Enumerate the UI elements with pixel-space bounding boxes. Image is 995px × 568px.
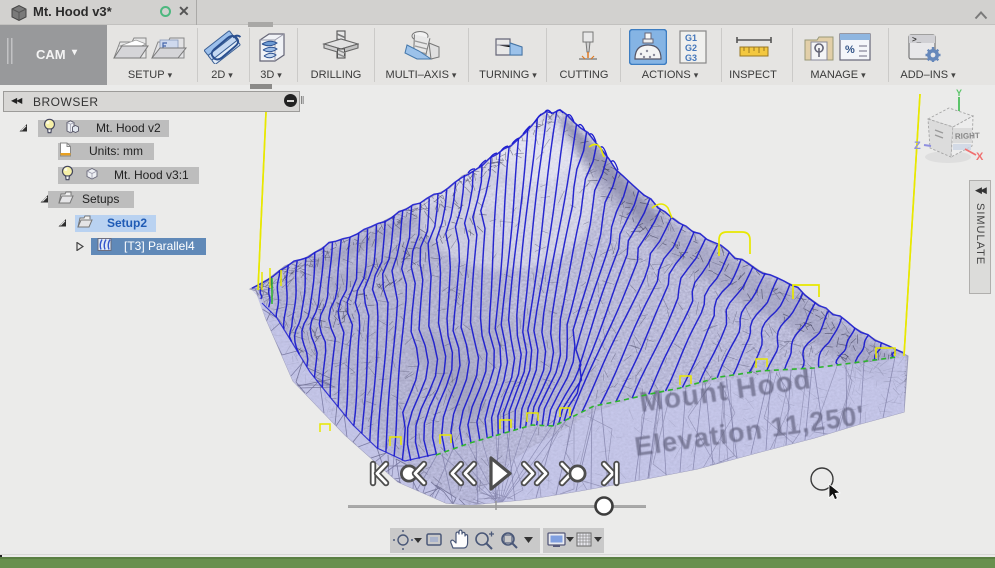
svg-text:Z: Z	[914, 140, 921, 152]
svg-text:G3: G3	[685, 53, 697, 63]
svg-text:X: X	[976, 151, 984, 163]
svg-text:>_: >_	[912, 35, 922, 44]
svg-text:G2: G2	[685, 43, 697, 53]
svg-text:%: %	[845, 44, 855, 56]
svg-text:RIGHT: RIGHT	[955, 131, 980, 141]
svg-text:Y: Y	[956, 88, 962, 98]
svg-text:G1: G1	[685, 33, 697, 43]
